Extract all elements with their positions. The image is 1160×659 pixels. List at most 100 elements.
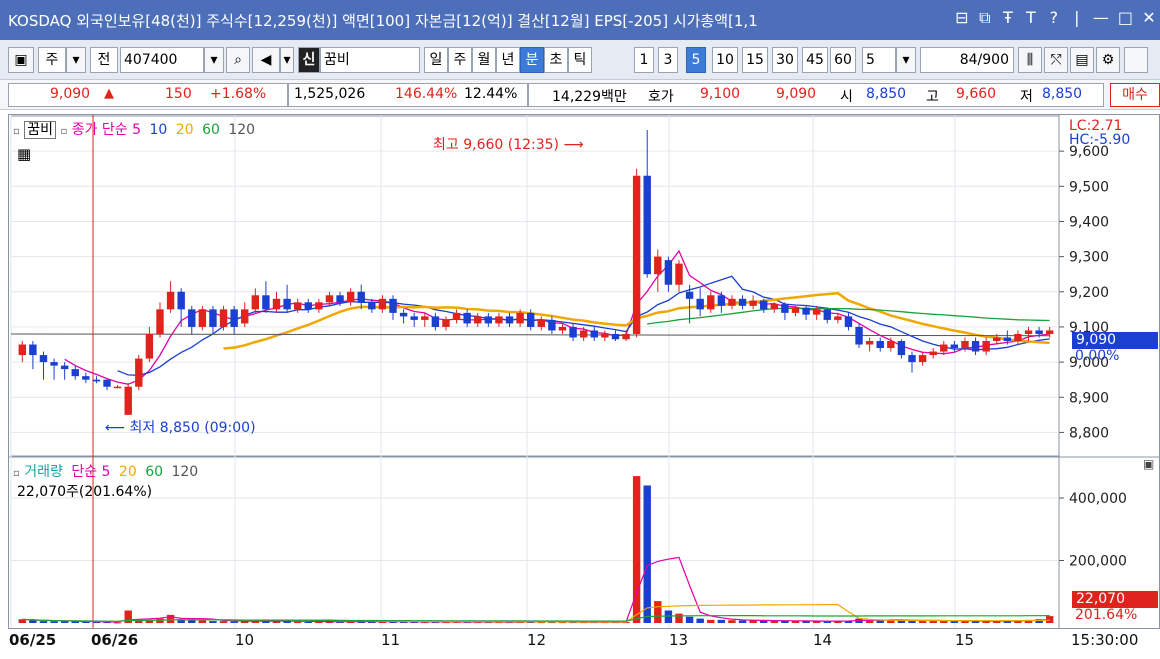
prefix-button[interactable]: 전	[90, 47, 118, 73]
layout-icon[interactable]: ▣	[8, 47, 34, 73]
interval-select[interactable]: 5	[862, 47, 896, 73]
volume-bar	[749, 620, 757, 623]
pin-icon[interactable]: Ŧ	[1001, 8, 1015, 28]
duplicate-window-icon[interactable]: ⧉	[978, 8, 992, 28]
legend-ma5: 5	[132, 122, 142, 138]
volume-bar	[113, 622, 122, 624]
period-tick[interactable]: 틱	[568, 47, 592, 73]
candle-body	[92, 379, 101, 382]
candle-body	[770, 304, 779, 310]
candle-body	[357, 291, 365, 303]
current-pct-label: 0.00%	[1075, 348, 1120, 364]
help-icon[interactable]: ?	[1047, 8, 1061, 28]
speaker-icon[interactable]: ◀	[252, 47, 280, 73]
interval-30[interactable]: 30	[772, 47, 798, 73]
volume-bar	[209, 621, 217, 623]
up-arrow-icon: ▲	[104, 86, 114, 101]
expand-icon[interactable]: ▣	[1143, 457, 1154, 471]
price-tick-label: 9,400	[1069, 214, 1109, 230]
quote-bar: 9,090 ▲ 150 +1.68% 1,525,026 146.44% 12.…	[0, 80, 1160, 110]
ask-label: 호가	[648, 89, 674, 105]
volume-legend-ma: 단순	[71, 464, 98, 480]
current-price-label: 9,090	[1072, 332, 1158, 349]
gear-icon[interactable]: ⚙	[1096, 47, 1120, 73]
ma-line-120	[10, 333, 1050, 337]
period-month[interactable]: 월	[472, 47, 496, 73]
turnover-rate: 12.44%	[464, 86, 518, 102]
font-icon[interactable]: T	[1024, 8, 1038, 28]
volume-bar	[760, 620, 768, 623]
interval-10[interactable]: 10	[712, 47, 738, 73]
chevron-down-icon[interactable]: ▾	[280, 47, 294, 73]
chart-canvas[interactable]: 9,6009,5009,4009,3009,2009,1009,0008,900…	[9, 115, 1159, 655]
bar-count-field[interactable]: 84/900	[920, 47, 1014, 73]
candle-body	[643, 175, 651, 275]
search-icon[interactable]: ⌕	[226, 47, 250, 73]
candle-body	[124, 386, 132, 415]
candle-body	[717, 295, 726, 306]
period-year[interactable]: 년	[496, 47, 520, 73]
chevron-down-icon[interactable]: ▾	[896, 47, 916, 73]
price-plot-frame	[10, 115, 1060, 457]
bar-count-total: /900	[977, 52, 1009, 68]
min-annotation: ⟵ 최저 8,850 (09:00)	[105, 417, 256, 437]
price-change: 150	[165, 86, 192, 102]
period-day[interactable]: 일	[424, 47, 448, 73]
candle-body	[209, 309, 217, 327]
candle-body	[166, 291, 175, 310]
legend-ma10: 10	[149, 122, 168, 138]
volume-bar	[643, 485, 651, 623]
grid-table-icon[interactable]: ▦	[17, 145, 31, 163]
stock-info-text: KOSDAQ 외국인보유[48(천)] 주식수[12,259(천)] 액면[10…	[8, 10, 938, 31]
current-price: 9,090	[50, 86, 91, 102]
minimize-icon[interactable]: —	[1093, 8, 1109, 28]
stock-code-input[interactable]: 407400	[120, 47, 204, 73]
candle-body	[421, 316, 429, 320]
indicator-icon[interactable]: ⤲	[1044, 47, 1068, 73]
candle-body	[50, 362, 58, 366]
save-icon[interactable]: ▤	[1070, 47, 1094, 73]
candle-icon[interactable]: ⫼	[1018, 47, 1042, 73]
separator: |	[1074, 8, 1080, 27]
volume-tick-label: 200,000	[1069, 554, 1127, 570]
interval-15[interactable]: 15	[742, 47, 768, 73]
period-week[interactable]: 주	[448, 47, 472, 73]
candle-body	[526, 312, 535, 327]
candle-body	[1014, 333, 1022, 341]
tile-icon[interactable]: ⊟	[955, 8, 969, 28]
candle-body	[855, 326, 863, 345]
interval-3[interactable]: 3	[658, 47, 678, 73]
legend-stock-name[interactable]: 꿈비	[24, 121, 56, 139]
period-minute[interactable]: 분	[520, 47, 544, 73]
legend-marker-icon: ▫	[13, 126, 20, 137]
period-second[interactable]: 초	[544, 47, 568, 73]
interval-5[interactable]: 5	[686, 47, 706, 73]
interval-45[interactable]: 45	[802, 47, 828, 73]
candle-body	[495, 316, 503, 324]
price-tick-label: 8,900	[1069, 390, 1109, 406]
window-controls: ⊟ ⧉ Ŧ T ? | — □ ✕	[955, 8, 1156, 28]
x-axis-label: 15	[955, 631, 974, 649]
maximize-icon[interactable]: □	[1118, 8, 1133, 28]
min-annotation-text: 최저 8,850 (09:00)	[129, 420, 256, 436]
buy-button[interactable]: 매수	[1110, 83, 1160, 107]
chevron-down-icon[interactable]: ▾	[66, 47, 86, 73]
candle-body	[474, 316, 482, 324]
low-label: 저	[1020, 89, 1033, 105]
candle-body	[135, 358, 143, 387]
close-icon[interactable]: ✕	[1142, 8, 1156, 28]
chevron-down-icon[interactable]: ▾	[204, 47, 224, 73]
stock-name-field[interactable]: 꿈비	[320, 47, 420, 73]
candle-body	[929, 351, 937, 356]
candle-body	[791, 307, 800, 313]
volume-bar	[675, 613, 683, 623]
stock-summary: 외국인보유[48(천)] 주식수[12,259(천)] 액면[100] 자본금[…	[76, 12, 758, 30]
interval-60[interactable]: 60	[830, 47, 856, 73]
chart-type-select[interactable]: 주	[38, 47, 66, 73]
open-label: 시	[840, 89, 853, 105]
price-tick-label: 9,200	[1069, 285, 1109, 301]
checkbox[interactable]	[1124, 47, 1148, 73]
candle-body	[728, 298, 736, 306]
interval-1[interactable]: 1	[634, 47, 654, 73]
candle-body	[823, 309, 831, 320]
